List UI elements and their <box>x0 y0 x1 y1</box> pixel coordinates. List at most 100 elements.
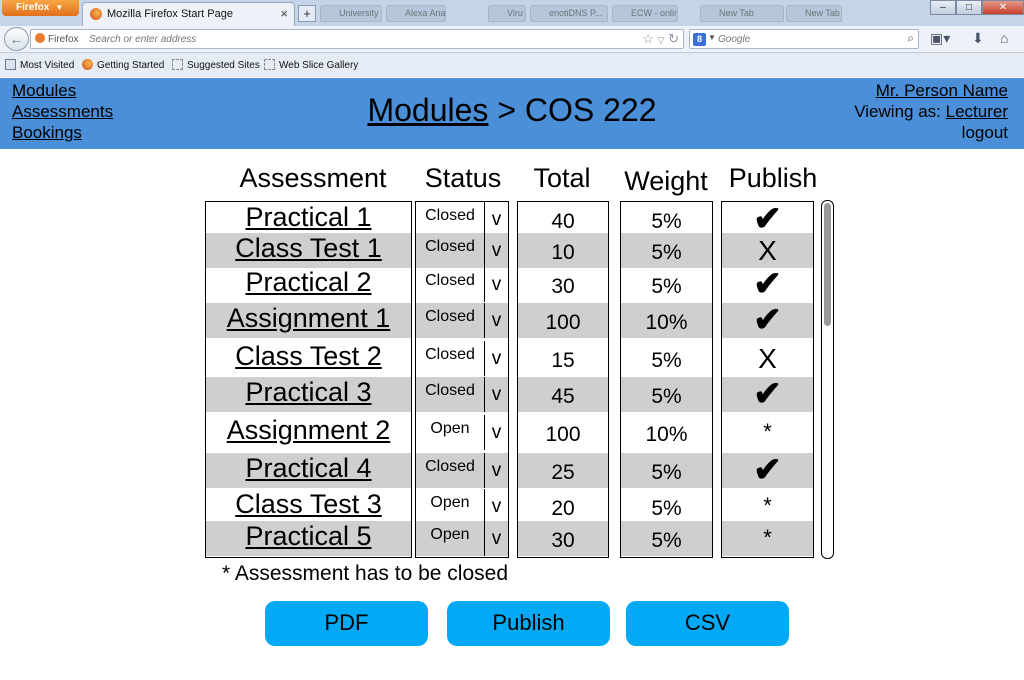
total-column: 40 10 30 100 15 45 100 25 20 30 <box>517 201 609 558</box>
dropdown-arrow-icon[interactable]: v <box>484 415 508 450</box>
status-dropdown[interactable]: Closed v <box>416 267 508 302</box>
bookmark-star-icon[interactable]: ☆ <box>642 31 654 46</box>
status-value: Closed <box>425 238 475 255</box>
background-tab[interactable]: University o... <box>320 5 382 22</box>
assessment-link[interactable]: Class Test 1 <box>235 233 382 263</box>
status-dropdown[interactable]: Closed v <box>416 377 508 412</box>
bookmark-getting-started[interactable]: Getting Started <box>82 59 164 71</box>
background-tab[interactable]: Viru <box>488 5 526 22</box>
pdf-button[interactable]: PDF <box>265 601 428 646</box>
tab-title: Mozilla Firefox Start Page <box>107 8 233 20</box>
background-tab[interactable]: Alexa Analo... <box>386 5 446 22</box>
bookmark-label: Web Slice Gallery <box>279 60 359 71</box>
user-name-link[interactable]: Mr. Person Name <box>854 80 1008 101</box>
dropdown-arrow-icon[interactable]: v <box>484 341 508 376</box>
publish-button[interactable]: Publish <box>447 601 610 646</box>
close-icon[interactable]: × <box>280 6 288 21</box>
address-bar[interactable]: Firefox Search or enter address ☆ ▽ ↻ <box>30 29 684 49</box>
unpublished-x-icon[interactable]: X <box>722 233 813 268</box>
scrollbar-thumb[interactable] <box>824 203 831 326</box>
unpublished-x-icon[interactable]: X <box>722 341 813 376</box>
firefox-menu-button[interactable]: Firefox ▼ <box>2 0 79 16</box>
status-dropdown[interactable]: Closed v <box>416 233 508 268</box>
bookmarks-menu-icon[interactable]: ▣▾ <box>930 30 950 47</box>
tab-start-page[interactable]: Mozilla Firefox Start Page × <box>82 2 295 26</box>
status-dropdown[interactable]: Closed v <box>416 453 508 488</box>
back-arrow-icon[interactable]: ← <box>4 27 29 51</box>
dropdown-arrow-icon[interactable]: v <box>484 489 508 524</box>
assessment-cell: Practical 1 <box>206 202 411 237</box>
weight-value: 5% <box>621 377 712 412</box>
published-check-icon[interactable]: ✔ <box>722 267 813 302</box>
dropdown-arrow-icon[interactable]: v <box>484 521 508 556</box>
background-tab[interactable]: ECW - online <box>612 5 678 22</box>
assessment-link[interactable]: Assignment 2 <box>227 415 391 445</box>
status-value: Open <box>430 494 470 511</box>
assessment-link[interactable]: Practical 1 <box>245 202 371 232</box>
role-link[interactable]: Lecturer <box>946 102 1008 121</box>
assessment-link[interactable]: Class Test 3 <box>235 489 382 519</box>
current-module: COS 222 <box>524 92 657 128</box>
assessment-cell: Class Test 2 <box>206 341 411 376</box>
status-value: Open <box>430 420 470 437</box>
status-value: Closed <box>425 308 475 325</box>
published-check-icon[interactable]: ✔ <box>722 303 813 338</box>
assessment-link[interactable]: Practical 2 <box>245 267 371 297</box>
background-tab[interactable]: New Tab <box>700 5 784 22</box>
reload-icon[interactable]: ↻ <box>668 31 679 46</box>
status-dropdown[interactable]: Closed v <box>416 303 508 338</box>
publish-column: ✔ X ✔ ✔ X ✔ * ✔ * * <box>721 201 814 558</box>
dropdown-arrow-icon[interactable]: v <box>484 202 508 237</box>
background-tab[interactable]: New Tab <box>786 5 842 22</box>
minimize-icon[interactable]: – <box>930 0 956 15</box>
bookmark-most-visited[interactable]: Most Visited <box>5 59 74 71</box>
most-visited-icon <box>5 59 16 70</box>
csv-button[interactable]: CSV <box>626 601 789 646</box>
weight-value: 5% <box>621 233 712 268</box>
assessment-column: Practical 1 Class Test 1 Practical 2 Assign… <box>205 201 412 558</box>
assessment-link[interactable]: Class Test 2 <box>235 341 382 371</box>
bookmark-suggested-sites[interactable]: Suggested Sites <box>172 59 260 71</box>
dropdown-arrow-icon[interactable]: v <box>484 267 508 302</box>
assessment-link[interactable]: Assignment 1 <box>227 303 391 333</box>
maximize-icon[interactable]: □ <box>956 0 982 15</box>
assessment-cell: Practical 5 <box>206 521 411 556</box>
history-dropdown-icon[interactable]: ▽ <box>658 35 665 45</box>
breadcrumb-modules-link[interactable]: Modules <box>367 92 488 128</box>
assessment-link[interactable]: Practical 3 <box>245 377 371 407</box>
window-close-icon[interactable]: ✕ <box>982 0 1024 15</box>
total-value: 15 <box>551 349 575 372</box>
status-dropdown[interactable]: Closed v <box>416 341 508 376</box>
assessment-cell: Practical 4 <box>206 453 411 488</box>
published-check-icon[interactable]: ✔ <box>722 377 813 412</box>
status-dropdown[interactable]: Closed v <box>416 202 508 237</box>
background-tab[interactable]: enotiDNS P... <box>530 5 608 22</box>
search-icon[interactable]: ⌕ <box>907 31 914 46</box>
search-bar[interactable]: 8 ▼ Google ⌕ <box>689 29 919 49</box>
dropdown-arrow-icon[interactable]: v <box>484 233 508 268</box>
status-dropdown[interactable]: Open v <box>416 521 508 556</box>
total-value: 25 <box>518 453 608 488</box>
status-value: Closed <box>425 346 475 363</box>
published-check-icon[interactable]: ✔ <box>722 453 813 488</box>
table-scrollbar[interactable] <box>821 200 834 559</box>
home-icon[interactable]: ⌂ <box>1000 30 1008 46</box>
dropdown-arrow-icon[interactable]: v <box>484 453 508 488</box>
engine-dropdown-icon[interactable]: ▼ <box>708 33 716 42</box>
assessment-link[interactable]: Practical 4 <box>245 453 371 483</box>
download-arrow-icon[interactable]: ⬇ <box>972 30 984 47</box>
dropdown-arrow-icon[interactable]: v <box>484 303 508 338</box>
status-dropdown[interactable]: Open v <box>416 489 508 524</box>
new-tab-button[interactable]: + <box>298 5 316 22</box>
status-dropdown[interactable]: Open v <box>416 415 508 450</box>
bookmark-label: Getting Started <box>97 60 165 71</box>
logout-link[interactable]: logout <box>854 122 1008 143</box>
weight-value: 10% <box>621 303 712 338</box>
dropdown-arrow-icon[interactable]: v <box>484 377 508 412</box>
site-identity[interactable]: Firefox <box>35 33 79 45</box>
assessment-link[interactable]: Practical 5 <box>245 521 371 551</box>
google-engine-icon[interactable]: 8 <box>693 33 706 46</box>
bookmark-web-slice-gallery[interactable]: Web Slice Gallery <box>264 59 358 71</box>
published-check-icon[interactable]: ✔ <box>722 202 813 237</box>
assessment-cell: Practical 3 <box>206 377 411 412</box>
